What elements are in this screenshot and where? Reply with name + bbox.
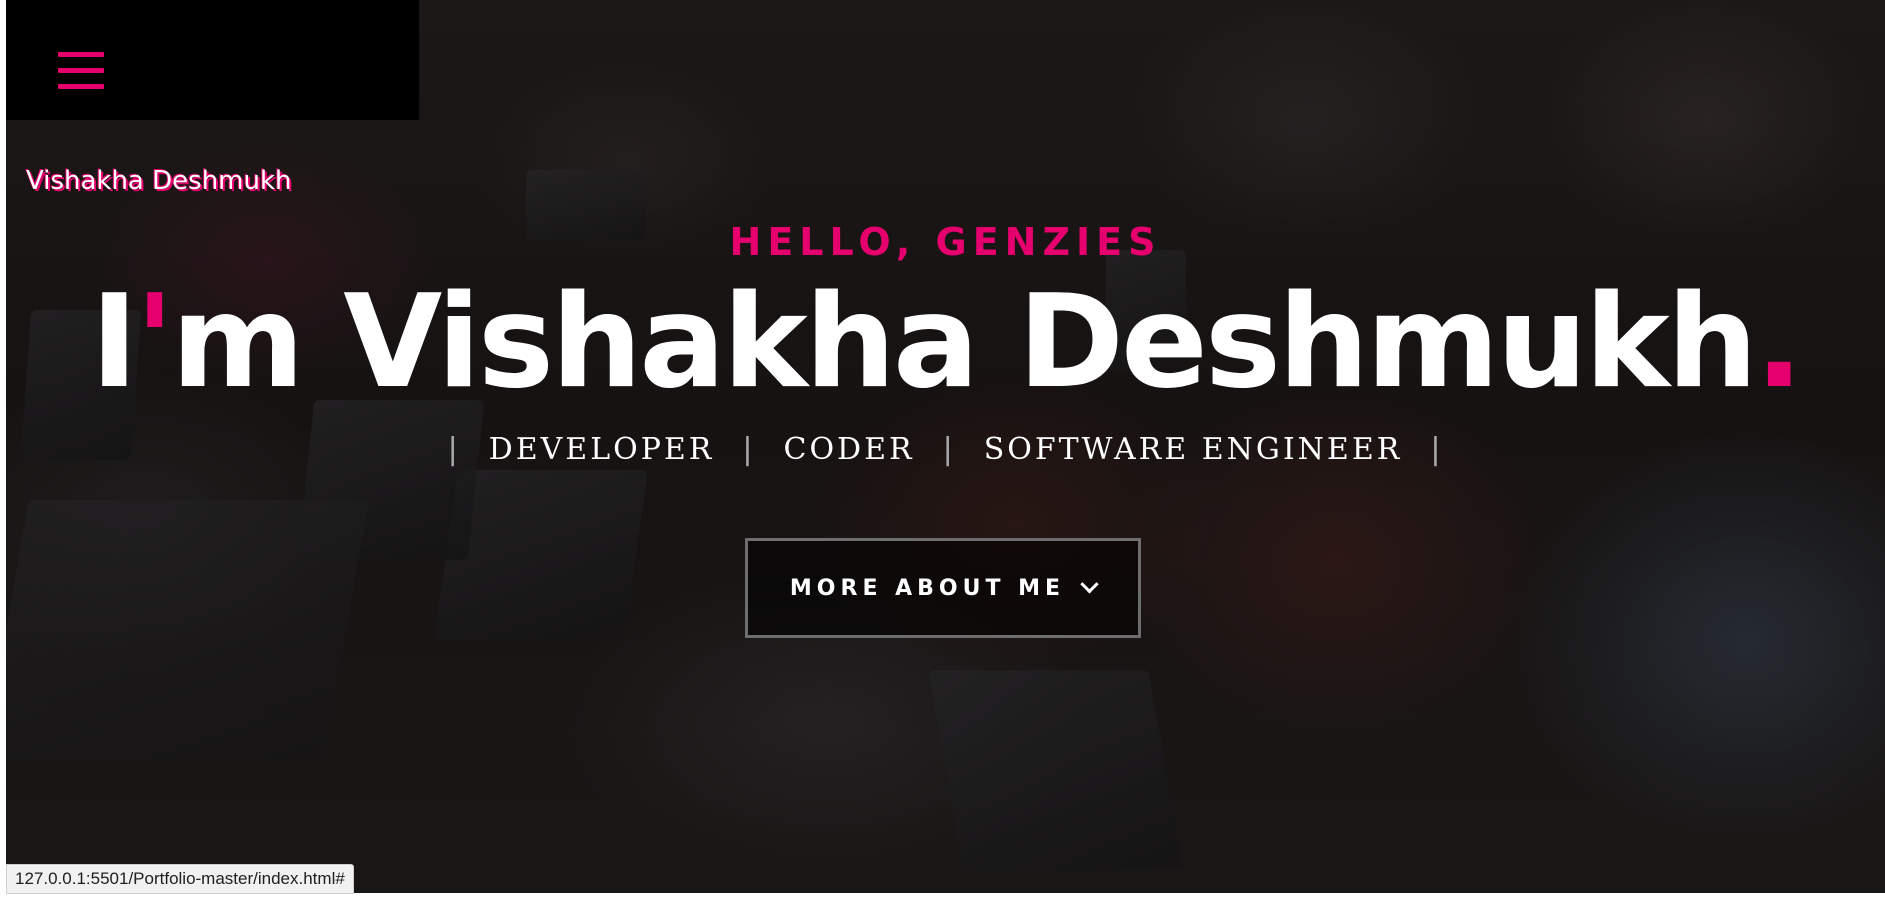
name-prefix: I <box>90 268 138 417</box>
name-period: . <box>1754 268 1804 417</box>
role-developer: DEVELOPER <box>488 432 715 467</box>
role-coder: CODER <box>783 432 915 467</box>
hamburger-menu-icon[interactable] <box>58 52 104 90</box>
role-software-engineer: SOFTWARE ENGINEER <box>983 432 1403 467</box>
name-apostrophe: ' <box>135 268 174 417</box>
more-about-me-label: MORE ABOUT ME <box>789 575 1066 601</box>
more-about-me-button[interactable]: MORE ABOUT ME <box>745 538 1141 638</box>
name-body: m Vishakha Deshmukh <box>171 268 1758 417</box>
hero-greeting: HELLO, GENZIES <box>729 220 1162 264</box>
header-bar <box>6 0 419 120</box>
hero-name: I'm Vishakha Deshmukh. <box>6 268 1885 418</box>
chevron-down-icon <box>1080 574 1099 593</box>
site-logo[interactable]: Vishakha Deshmukh <box>26 166 292 196</box>
role-separator: | <box>942 432 956 467</box>
role-separator: | <box>742 432 756 467</box>
hero-roles: | DEVELOPER | CODER | SOFTWARE ENGINEER | <box>6 432 1885 467</box>
hero-section: Vishakha Deshmukh HELLO, GENZIES I'm Vis… <box>6 0 1885 893</box>
role-separator: | <box>447 432 461 467</box>
role-separator: | <box>1430 432 1444 467</box>
status-bar-link-preview: 127.0.0.1:5501/Portfolio-master/index.ht… <box>6 864 354 894</box>
